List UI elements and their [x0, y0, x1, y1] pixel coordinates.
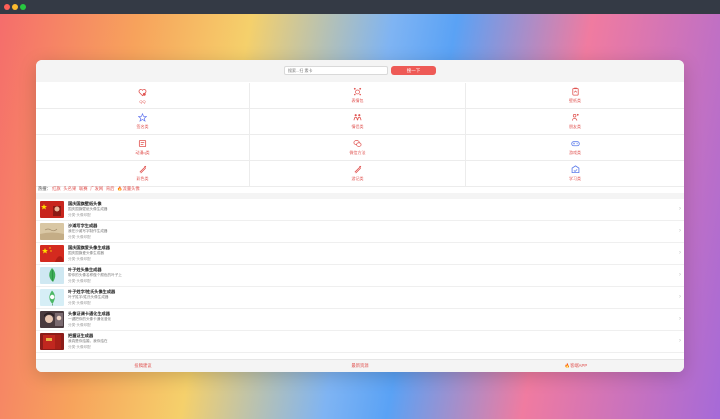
hot-tag[interactable]: 背后	[106, 186, 115, 191]
paint-icon	[354, 165, 362, 174]
search-button[interactable]: 搜一下	[391, 66, 436, 75]
category-label: 朋友类	[569, 124, 581, 129]
chevron-right-icon: ›	[679, 316, 681, 322]
latest-resources-link[interactable]: 最新资源	[300, 363, 420, 369]
item-category: 分类·头像印配	[68, 257, 91, 261]
item-description: 我真是你结婚，我你结在	[68, 339, 108, 343]
category-friends[interactable]: 朋友类	[466, 109, 684, 135]
item-description: 带你的头像名称做个颜色的叶子上	[68, 273, 122, 277]
item-description: 国庆国旗爱头像生成器	[68, 251, 104, 255]
category-qq[interactable]: QQ	[36, 83, 250, 109]
friends-icon	[571, 113, 579, 121]
category-label: 游戏类	[569, 150, 581, 155]
item-description: 一键把你的头像卡通化漫化	[68, 317, 112, 321]
close-window-button[interactable]	[4, 4, 10, 10]
resource-list: 国庆国旗壁纸头像 国庆国旗壁纸头像生成器 分类·头像印配 › 沙滩写字生成器 我…	[36, 199, 684, 357]
category-signature[interactable]: 签名类	[36, 109, 250, 135]
flag-thumbnail	[40, 201, 64, 218]
category-label: 表情包	[351, 98, 364, 103]
cartoon-thumbnail	[40, 311, 64, 328]
category-wechat[interactable]: 微信方法	[250, 135, 466, 161]
item-category: 分类·头像印配	[68, 345, 91, 349]
hot-tag[interactable]: 联赛	[79, 186, 88, 191]
wallpaper-icon	[571, 87, 579, 96]
category-games[interactable]: 游戏类	[466, 135, 684, 161]
list-item[interactable]: 叶子姓头像生成器 带你的头像名称做个颜色的叶子上 分类·头像印配 ›	[36, 265, 684, 287]
maximize-window-button[interactable]	[20, 4, 26, 10]
hot-tag[interactable]: 🔥流量头像	[117, 186, 140, 191]
category-label: 微信方法	[349, 150, 366, 155]
couple-icon	[353, 114, 362, 121]
chevron-right-icon: ›	[679, 272, 681, 278]
chevron-right-icon: ›	[679, 250, 681, 256]
sand-thumbnail	[40, 223, 64, 240]
category-label: 壁纸类	[569, 98, 581, 103]
category-label: 彩色类	[136, 176, 149, 181]
bottom-nav: 投稿建议 最新资源 🔥客端APP	[36, 359, 684, 372]
item-category: 分类·头像印配	[68, 213, 91, 217]
chevron-right-icon: ›	[679, 294, 681, 300]
category-label: 情侣类	[351, 124, 364, 129]
category-wallpaper[interactable]: 壁纸类	[466, 83, 684, 109]
item-category: 分类·头像印配	[68, 279, 91, 283]
item-category: 分类·头像印配	[68, 235, 91, 239]
paint-icon	[139, 165, 147, 174]
leaf-thumbnail	[40, 289, 64, 306]
hot-tag[interactable]: 红旗	[52, 186, 61, 191]
flag-thumbnail	[40, 245, 64, 262]
category-label: 签名类	[136, 124, 149, 129]
window-titlebar	[0, 0, 720, 14]
qq-icon	[138, 88, 147, 96]
category-anime[interactable]: 动漫q类	[36, 135, 250, 161]
item-description: 叶子姓字/姓氏头像生成器	[68, 295, 109, 299]
item-category: 分类·头像印配	[68, 323, 91, 327]
list-item[interactable]: 国庆国旗壁纸头像 国庆国旗壁纸头像生成器 分类·头像印配 ›	[36, 199, 684, 221]
item-description: 我在沙滩写字制作生成器	[68, 229, 108, 233]
study-icon	[571, 165, 579, 174]
item-category: 分类·头像印配	[68, 301, 91, 305]
hot-tag[interactable]: 广发网	[90, 186, 103, 191]
chevron-right-icon: ›	[679, 338, 681, 344]
category-label: QQ	[139, 98, 146, 104]
category-label: 学习类	[569, 176, 581, 181]
chevron-right-icon: ›	[679, 206, 681, 212]
category-emoji[interactable]: 表情包	[250, 83, 466, 109]
category-study[interactable]: 学习类	[466, 161, 684, 187]
list-item[interactable]: 头像证调卡通化生成器 一键把你的头像卡通化漫化 分类·头像印配 ›	[36, 309, 684, 331]
list-item[interactable]: 国庆国旗爱头像生成器 国庆国旗爱头像生成器 分类·头像印配 ›	[36, 243, 684, 265]
list-item[interactable]: 沙滩写字生成器 我在沙滩写字制作生成器 分类·头像印配 ›	[36, 221, 684, 243]
item-description: 国庆国旗壁纸头像生成器	[68, 207, 108, 211]
client-app-link[interactable]: 🔥客端APP	[516, 363, 636, 369]
star-icon	[138, 113, 147, 122]
app-window: 搜一下 QQ 表情包 壁纸类 签名类 情侣类 朋友类	[36, 60, 684, 372]
hot-search-prefix: 热搜：	[38, 186, 51, 191]
hot-search-bar: 热搜： 红旗 头名果 联赛 广发网 背后 🔥流量头像	[38, 186, 141, 192]
category-label: 动漫q类	[135, 150, 150, 155]
category-travel[interactable]: 游记类	[250, 161, 466, 187]
search-bar: 搜一下	[36, 60, 684, 82]
search-input[interactable]	[284, 66, 388, 75]
category-color[interactable]: 彩色类	[36, 161, 250, 187]
leaf-thumbnail	[40, 267, 64, 284]
list-item[interactable]: 叶子姓字/姓氏头像生成器 叶子姓字/姓氏头像生成器 分类·头像印配 ›	[36, 287, 684, 309]
minimize-window-button[interactable]	[12, 4, 18, 10]
hot-tag[interactable]: 头名果	[63, 186, 76, 191]
emoji-icon	[353, 87, 362, 96]
chevron-right-icon: ›	[679, 228, 681, 234]
submit-suggestion-link[interactable]: 投稿建议	[83, 363, 203, 369]
category-grid: QQ 表情包 壁纸类 签名类 情侣类 朋友类 动漫q类 微信方法 游戏类 彩色类…	[36, 83, 684, 187]
list-item[interactable]: 把握证生成器 我真是你结婚，我你结在 分类·头像印配 ›	[36, 331, 684, 353]
anime-icon	[138, 139, 147, 148]
category-couple[interactable]: 情侣类	[250, 109, 466, 135]
book-thumbnail	[40, 333, 64, 350]
category-label: 游记类	[351, 176, 364, 181]
wechat-icon	[353, 140, 362, 147]
gamepad-icon	[570, 141, 580, 147]
